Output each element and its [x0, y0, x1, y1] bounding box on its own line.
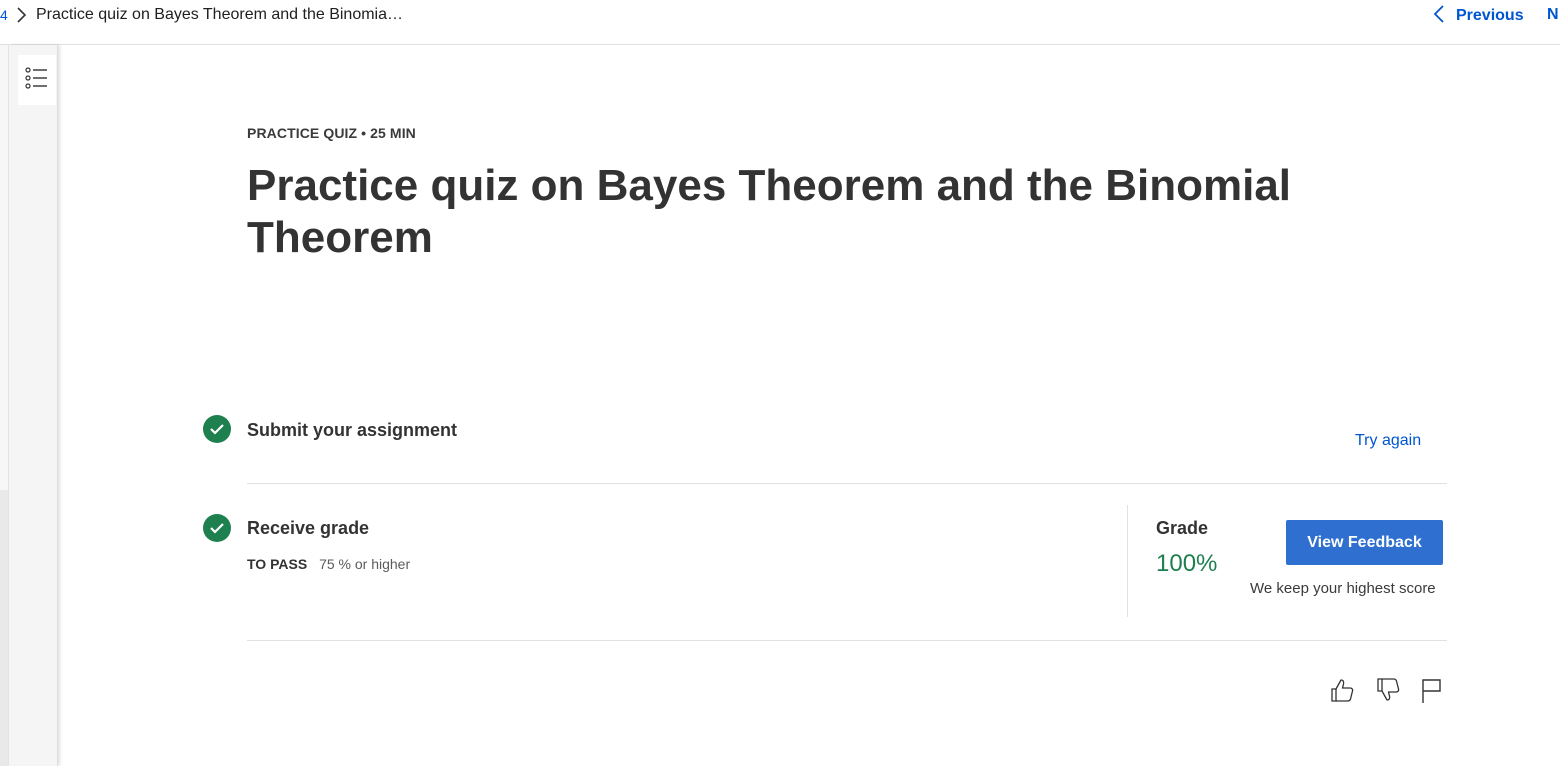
to-pass-value: 75 % or higher — [319, 556, 411, 572]
breadcrumb-number[interactable]: 4 — [0, 7, 8, 23]
previous-button[interactable]: Previous — [1432, 4, 1524, 28]
submit-assignment-label: Submit your assignment — [247, 420, 458, 440]
highest-score-note: We keep your highest score — [1250, 580, 1436, 597]
check-icon — [203, 415, 231, 443]
check-icon — [203, 514, 231, 542]
receive-grade-label: Receive grade — [247, 518, 370, 538]
left-rail — [9, 45, 58, 766]
course-menu-button[interactable] — [18, 55, 56, 105]
divider — [247, 640, 1447, 641]
grade-label: Grade — [1156, 518, 1209, 538]
breadcrumb-current: Practice quiz on Bayes Theorem and the B… — [36, 6, 404, 23]
view-feedback-button[interactable]: View Feedback — [1286, 520, 1443, 565]
grade-value: 100% — [1156, 550, 1218, 577]
item-type-duration: PRACTICE QUIZ • 25 MIN — [247, 125, 416, 141]
vertical-divider — [1127, 505, 1128, 617]
top-bar: 4 Practice quiz on Bayes Theorem and the… — [0, 0, 1560, 45]
left-scroll-thumb[interactable] — [0, 490, 8, 766]
next-button[interactable]: N — [1547, 6, 1560, 24]
previous-label: Previous — [1456, 7, 1524, 24]
try-again-link[interactable]: Try again — [1355, 432, 1421, 450]
chevron-left-icon — [1432, 4, 1446, 29]
thumbs-up-icon[interactable] — [1328, 676, 1356, 704]
list-menu-icon — [25, 66, 49, 94]
passing-requirement: TO PASS 75 % or higher — [247, 556, 410, 572]
page-title: Practice quiz on Bayes Theorem and the B… — [247, 161, 1292, 262]
to-pass-label: TO PASS — [247, 556, 308, 572]
chevron-right-icon — [14, 6, 28, 24]
divider — [247, 483, 1447, 484]
flag-icon[interactable] — [1418, 676, 1446, 704]
thumbs-down-icon[interactable] — [1374, 676, 1402, 704]
